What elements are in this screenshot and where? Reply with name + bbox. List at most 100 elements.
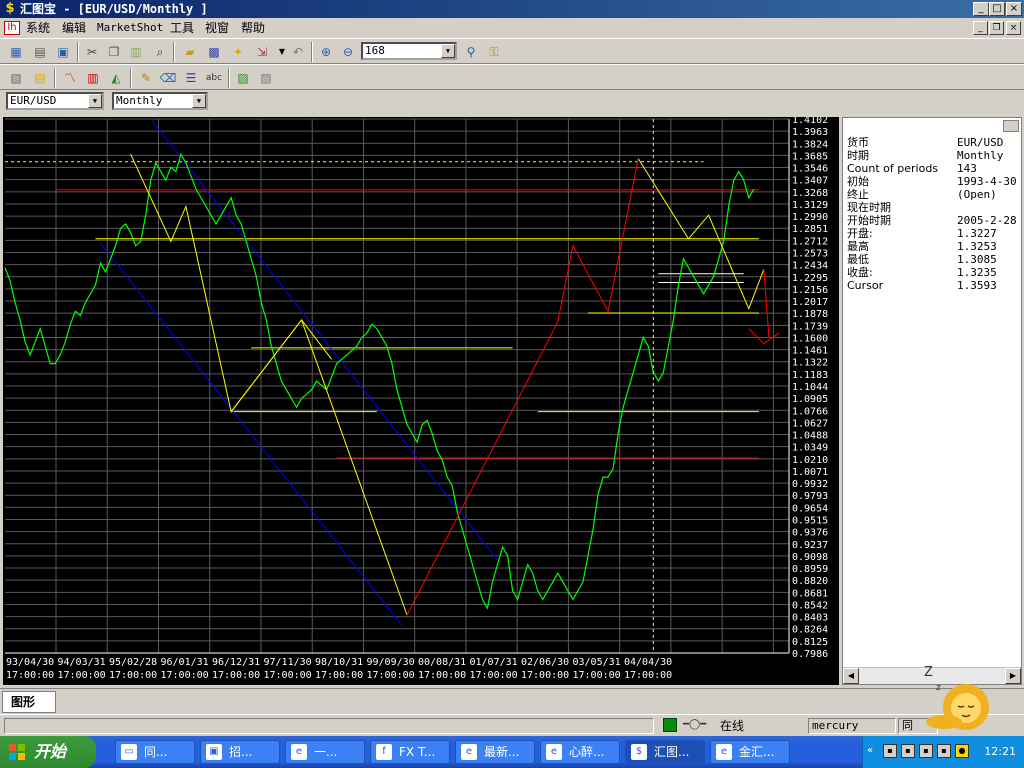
y-tick-label: 0.9654: [792, 503, 828, 514]
link-icon[interactable]: ⚲: [461, 42, 481, 62]
export-icon[interactable]: ⇲: [252, 42, 272, 62]
y-tick-label: 1.4102: [792, 117, 828, 126]
y-tick-label: 1.1600: [792, 333, 828, 344]
x-tick-date: 97/11/30: [264, 657, 312, 668]
cut-icon[interactable]: ✂: [82, 42, 102, 62]
taskbar-item[interactable]: $ 汇图...: [625, 740, 705, 764]
x-tick-time: 17:00:00: [418, 670, 466, 681]
image-icon[interactable]: ▨: [233, 68, 253, 88]
dollar-sign-icon[interactable]: $: [3, 1, 17, 16]
open-folder-icon[interactable]: ▰: [180, 42, 200, 62]
copy-icon[interactable]: ❐: [104, 42, 124, 62]
taskbar-item[interactable]: e 最新...: [455, 740, 535, 764]
chevron-down-icon[interactable]: ▼: [192, 94, 206, 108]
x-tick-date: 98/10/31: [315, 657, 363, 668]
chevron-down-icon[interactable]: ▼: [88, 94, 102, 108]
start-button[interactable]: 开始: [0, 736, 96, 768]
taskbar-item[interactable]: e 心醉...: [540, 740, 620, 764]
scroll-up-icon[interactable]: [1003, 120, 1019, 132]
area-chart-icon[interactable]: ◭: [106, 68, 126, 88]
line-chart-icon[interactable]: 〽: [60, 68, 80, 88]
bar-chart-icon[interactable]: ▥: [83, 68, 103, 88]
tab-bar: 图形: [0, 688, 1024, 714]
info-label: 开始时期: [847, 214, 891, 227]
find-icon[interactable]: ⌕: [150, 42, 170, 62]
info-label: 现在时期: [847, 201, 891, 214]
period-select[interactable]: Monthly ▼: [112, 92, 208, 110]
system-tray: « ▪ ▪ ▪ ▪ ● 12:21: [862, 736, 1024, 768]
rewind-icon[interactable]: ↶: [288, 42, 308, 62]
taskbar-item[interactable]: ▭ 同...: [115, 740, 195, 764]
image-gray-icon[interactable]: ▨: [256, 68, 276, 88]
y-tick-label: 0.8959: [792, 564, 828, 575]
eraser-icon[interactable]: ⌫: [158, 68, 178, 88]
chevron-down-icon[interactable]: ▼: [441, 44, 455, 58]
mdi-restore-icon[interactable]: ❐: [989, 21, 1004, 35]
taskbar-item[interactable]: e 金汇...: [710, 740, 790, 764]
mdi-minimize-icon[interactable]: _: [973, 21, 988, 35]
menu-help[interactable]: 帮助: [241, 20, 265, 36]
trend-line: [130, 153, 408, 616]
scroll-right-icon[interactable]: ▶: [1005, 668, 1021, 684]
chart-doc-icon[interactable]: Ih: [4, 21, 20, 35]
tray-icon-3[interactable]: ▪: [919, 744, 933, 758]
maximize-icon[interactable]: □: [989, 2, 1005, 16]
tray-icon-1[interactable]: ▪: [883, 744, 897, 758]
x-tick-time: 17:00:00: [470, 670, 518, 681]
zoom-combo[interactable]: 168 ▼: [361, 42, 457, 60]
properties-icon[interactable]: ☰: [181, 68, 201, 88]
zoom-in-icon[interactable]: ⊕: [316, 42, 336, 62]
taskbar-item[interactable]: ▣ 招...: [200, 740, 280, 764]
zoom-out-icon[interactable]: ⊖: [338, 42, 358, 62]
toolbar-separator: [228, 68, 230, 88]
taskbar-item[interactable]: f FX T...: [370, 740, 450, 764]
symbol-select[interactable]: EUR/USD ▼: [6, 92, 104, 110]
window-icon: ▭: [121, 744, 137, 760]
tray-icon-4[interactable]: ▪: [937, 744, 951, 758]
y-tick-label: 1.3268: [792, 188, 828, 199]
x-tick-time: 17:00:00: [521, 670, 569, 681]
server-name: mercury: [808, 718, 896, 734]
trend-line: [748, 328, 780, 345]
close-icon[interactable]: ×: [1006, 2, 1022, 16]
info-panel: 货币 EUR/USD 时期 Monthly Count of periods 143 初始 1…: [842, 117, 1024, 685]
scroll-left-icon[interactable]: ◀: [843, 668, 859, 684]
text-abc-icon[interactable]: abc: [204, 68, 224, 88]
pen-icon[interactable]: ✎: [136, 68, 156, 88]
price-chart[interactable]: 1.41021.39631.38241.3685 1.35461.34071.32…: [3, 115, 839, 685]
menu-edit[interactable]: 编辑: [62, 20, 86, 36]
qq-icon[interactable]: ●: [955, 744, 969, 758]
trend-line: [406, 158, 639, 616]
taskbar-item[interactable]: e 一...: [285, 740, 365, 764]
menu-window[interactable]: 视窗: [205, 20, 229, 36]
clock: 12:21: [984, 745, 1016, 758]
tray-icon-2[interactable]: ▪: [901, 744, 915, 758]
data-window-icon[interactable]: ▧: [6, 68, 26, 88]
menu-marketshot[interactable]: MarketShot: [97, 20, 163, 36]
status-bar: ━◯━ 在线 mercury 同: [0, 714, 1024, 736]
title-bar: $ 汇图宝 - [EUR/USD/Monthly ] _ □ ×: [0, 0, 1024, 18]
toolbar-separator: [54, 68, 56, 88]
search-icon[interactable]: ⚿: [484, 42, 504, 62]
y-tick-label: 1.0071: [792, 467, 828, 478]
paste-icon[interactable]: ▥: [126, 42, 146, 62]
y-tick-label: 1.2295: [792, 273, 828, 284]
chart-panel[interactable]: 1.4102 1.3963 1.3824 1.3685 1.3546 1.3407 1.32…: [3, 115, 839, 685]
mdi-close-icon[interactable]: ×: [1006, 21, 1021, 35]
print-icon[interactable]: ▤: [30, 42, 50, 62]
info-value: 1.3593: [957, 279, 997, 292]
menu-tools[interactable]: 工具: [170, 20, 194, 36]
menu-system[interactable]: 系统: [26, 20, 50, 36]
info-label: 时期: [847, 149, 869, 162]
print-preview-icon[interactable]: ▣: [53, 42, 73, 62]
taskbar-item-label: 金汇...: [739, 745, 775, 759]
y-tick-label: 1.2573: [792, 249, 828, 260]
minimize-icon[interactable]: _: [973, 2, 989, 16]
save-icon[interactable]: ▩: [204, 42, 224, 62]
open-icon[interactable]: ▦: [6, 42, 26, 62]
new-icon[interactable]: ✦: [228, 42, 248, 62]
y-tick-label: 1.3685: [792, 151, 828, 162]
note-icon[interactable]: ▤: [30, 68, 50, 88]
tab-chart[interactable]: 图形: [2, 691, 56, 713]
tray-expand-icon[interactable]: «: [867, 745, 873, 756]
